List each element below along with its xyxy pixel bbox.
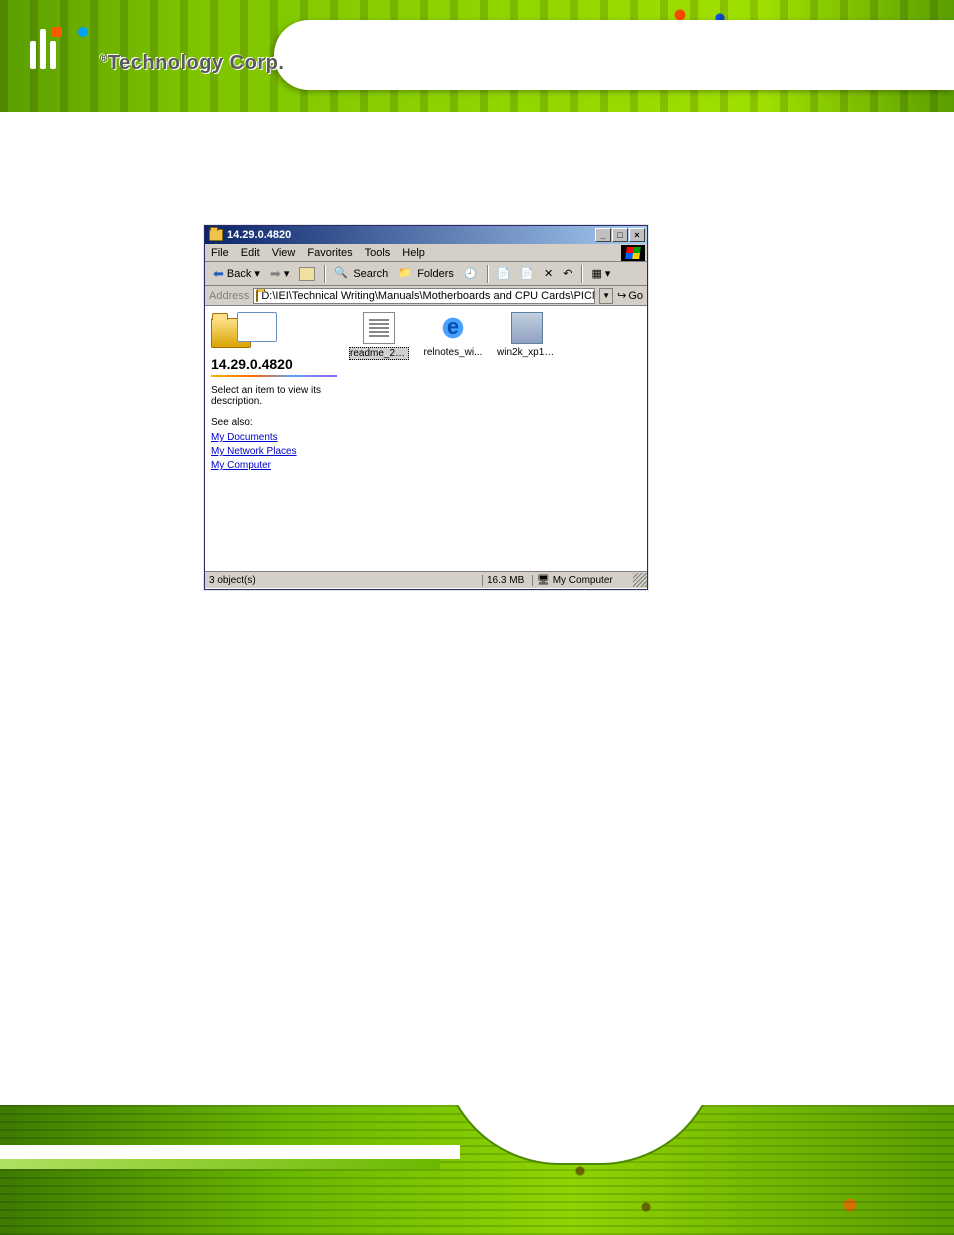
file-item[interactable]: readme_2k_xp bbox=[349, 312, 409, 360]
file-label: readme_2k_xp bbox=[349, 347, 409, 360]
move-to-icon: 📄 bbox=[497, 267, 511, 280]
file-label: win2k_xp1429 bbox=[497, 347, 557, 358]
address-path: D:\IEI\Technical Writing\Manuals\Motherb… bbox=[261, 290, 595, 302]
logo-mark bbox=[30, 29, 90, 69]
sidebar-see-also: See also: bbox=[211, 417, 337, 428]
file-item[interactable]: win2k_xp1429 bbox=[497, 312, 557, 358]
logo-blue-dot-icon bbox=[78, 27, 88, 37]
status-location-text: My Computer bbox=[553, 575, 613, 586]
menubar: File Edit View Favorites Tools Help bbox=[205, 244, 647, 262]
logo-company-name: Technology Corp. bbox=[108, 52, 285, 74]
toolbar: ⬅Back▾ ➡▾ 🔍Search 📁Folders 🕘 📄 📄 ✕ ↶ ▦▾ bbox=[205, 262, 647, 286]
footer-curve bbox=[440, 1105, 720, 1165]
back-button[interactable]: ⬅Back▾ bbox=[209, 264, 264, 284]
toolbar-separator bbox=[324, 265, 325, 283]
forward-button[interactable]: ➡▾ bbox=[266, 264, 293, 284]
menu-file[interactable]: File bbox=[211, 247, 229, 259]
up-button[interactable] bbox=[295, 265, 319, 283]
views-button[interactable]: ▦▾ bbox=[587, 265, 614, 282]
window-title: 14.29.0.4820 bbox=[227, 229, 291, 241]
titlebar[interactable]: 14.29.0.4820 _ □ × bbox=[205, 226, 647, 244]
explorer-window: 14.29.0.4820 _ □ × File Edit View Favori… bbox=[204, 225, 648, 590]
status-objects: 3 object(s) bbox=[205, 575, 483, 586]
content-area: 14.29.0.4820 Select an item to view its … bbox=[205, 306, 647, 571]
folders-icon: 📁 bbox=[398, 266, 414, 282]
folders-label: Folders bbox=[417, 268, 454, 280]
logo: ®Technology Corp. bbox=[30, 22, 284, 75]
go-icon: ↪ bbox=[617, 289, 626, 302]
address-bar: Address D:\IEI\Technical Writing\Manuals… bbox=[205, 286, 647, 306]
menu-edit[interactable]: Edit bbox=[241, 247, 260, 259]
sidebar-description: Select an item to view its description. bbox=[211, 385, 337, 407]
folders-button[interactable]: 📁Folders bbox=[394, 264, 458, 284]
sidebar-heading: 14.29.0.4820 bbox=[211, 356, 337, 375]
copy-to-button[interactable]: 📄 bbox=[516, 265, 538, 282]
logo-text: ®Technology Corp. bbox=[100, 52, 284, 75]
history-icon: 🕘 bbox=[464, 267, 478, 280]
undo-button[interactable]: ↶ bbox=[559, 265, 576, 282]
folder-icon bbox=[256, 290, 258, 302]
forward-arrow-icon: ➡ bbox=[270, 266, 281, 282]
go-button[interactable]: ↪Go bbox=[617, 289, 643, 302]
window-control-buttons: _ □ × bbox=[595, 228, 645, 242]
back-arrow-icon: ⬅ bbox=[213, 266, 224, 282]
html-file-icon bbox=[437, 312, 469, 344]
copy-to-icon: 📄 bbox=[520, 267, 534, 280]
my-computer-icon: 🖥 bbox=[537, 575, 550, 586]
windows-logo-icon bbox=[621, 245, 645, 261]
go-label: Go bbox=[628, 290, 643, 302]
page-header-banner: ®Technology Corp. bbox=[0, 0, 954, 112]
status-location: 🖥 My Computer bbox=[533, 575, 633, 586]
registered-mark: ® bbox=[100, 53, 108, 64]
menu-help[interactable]: Help bbox=[402, 247, 425, 259]
sidebar-folder-large-icon bbox=[211, 312, 279, 352]
search-button[interactable]: 🔍Search bbox=[330, 264, 392, 284]
file-label: relnotes_wi... bbox=[423, 347, 483, 358]
address-dropdown-button[interactable]: ▼ bbox=[599, 288, 613, 304]
sidebar-rule bbox=[211, 375, 337, 377]
toolbar-separator bbox=[487, 265, 488, 283]
views-dropdown-icon[interactable]: ▾ bbox=[605, 267, 611, 280]
history-button[interactable]: 🕘 bbox=[460, 265, 482, 282]
back-label: Back bbox=[227, 268, 251, 280]
sidebar-link-my-documents[interactable]: My Documents bbox=[211, 432, 337, 443]
resize-grip-icon[interactable] bbox=[633, 573, 647, 587]
titlebar-left: 14.29.0.4820 bbox=[207, 229, 291, 241]
footer-strip bbox=[0, 1145, 460, 1159]
address-label: Address bbox=[209, 290, 249, 302]
banner-curve-accent bbox=[270, 28, 410, 63]
minimize-button[interactable]: _ bbox=[595, 228, 611, 242]
search-label: Search bbox=[353, 268, 388, 280]
delete-icon: ✕ bbox=[544, 267, 553, 280]
forward-dropdown-icon[interactable]: ▾ bbox=[284, 267, 290, 280]
move-to-button[interactable]: 📄 bbox=[493, 265, 515, 282]
page-footer-banner bbox=[0, 1105, 954, 1235]
status-bar: 3 object(s) 16.3 MB 🖥 My Computer bbox=[205, 571, 647, 588]
back-dropdown-icon[interactable]: ▾ bbox=[254, 267, 260, 280]
sidebar-link-my-network-places[interactable]: My Network Places bbox=[211, 446, 337, 457]
toolbar-separator bbox=[581, 265, 582, 283]
undo-icon: ↶ bbox=[563, 267, 572, 280]
maximize-button[interactable]: □ bbox=[612, 228, 628, 242]
footer-strip-accent bbox=[0, 1159, 440, 1169]
search-icon: 🔍 bbox=[334, 266, 350, 282]
status-size: 16.3 MB bbox=[483, 575, 533, 586]
menu-tools[interactable]: Tools bbox=[365, 247, 391, 259]
sidebar-link-my-computer[interactable]: My Computer bbox=[211, 460, 337, 471]
menu-view[interactable]: View bbox=[272, 247, 296, 259]
address-input[interactable]: D:\IEI\Technical Writing\Manuals\Motherb… bbox=[253, 288, 595, 304]
views-icon: ▦ bbox=[591, 267, 601, 280]
delete-button[interactable]: ✕ bbox=[540, 265, 557, 282]
close-button[interactable]: × bbox=[629, 228, 645, 242]
archive-file-icon bbox=[511, 312, 543, 344]
file-item[interactable]: relnotes_wi... bbox=[423, 312, 483, 358]
folder-up-icon bbox=[299, 267, 315, 281]
folder-icon bbox=[209, 229, 223, 241]
logo-orange-dot-icon bbox=[52, 27, 62, 37]
menu-favorites[interactable]: Favorites bbox=[307, 247, 352, 259]
sidebar: 14.29.0.4820 Select an item to view its … bbox=[205, 306, 343, 571]
file-list[interactable]: readme_2k_xp relnotes_wi... win2k_xp1429 bbox=[343, 306, 647, 571]
text-file-icon bbox=[363, 312, 395, 344]
